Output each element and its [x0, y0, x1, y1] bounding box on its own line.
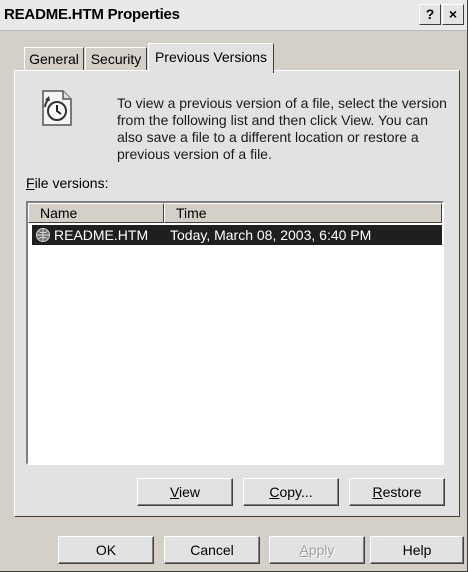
file-versions-label: File versions: — [26, 175, 108, 191]
htm-file-icon — [34, 227, 52, 243]
apply-button[interactable]: Apply — [269, 536, 365, 564]
description-text: To view a previous version of a file, se… — [117, 95, 447, 162]
title-bar[interactable]: README.HTM Properties ? × — [0, 0, 467, 31]
file-versions-accel: F — [26, 175, 35, 191]
view-label: iew — [179, 484, 201, 500]
help-button[interactable]: ? — [419, 4, 441, 25]
tab-security[interactable]: Security — [85, 47, 147, 71]
previous-versions-clock-icon — [39, 87, 79, 129]
copy-button[interactable]: Copy... — [243, 478, 339, 506]
list-item-time: Today, March 08, 2003, 6:40 PM — [170, 227, 372, 243]
view-accel: V — [169, 484, 180, 500]
file-versions-label-text: ile versions: — [34, 175, 109, 191]
close-button[interactable]: × — [442, 4, 464, 25]
window-title: README.HTM Properties — [4, 6, 180, 23]
apply-label: pply — [308, 542, 335, 558]
view-button[interactable]: View — [137, 478, 233, 506]
restore-button[interactable]: Restore — [349, 478, 445, 506]
apply-accel: A — [299, 542, 309, 558]
list-item[interactable]: README.HTM Today, March 08, 2003, 6:40 P… — [32, 225, 442, 245]
column-header-time[interactable]: Time — [164, 203, 442, 223]
tab-general[interactable]: General — [24, 47, 84, 71]
file-versions-list[interactable]: Name Time README.HTM Today, March 08, 20… — [26, 201, 444, 465]
restore-accel: R — [372, 484, 383, 500]
restore-label: estore — [382, 484, 422, 500]
column-header-name[interactable]: Name — [28, 203, 164, 223]
copy-accel: C — [269, 484, 280, 500]
properties-dialog: README.HTM Properties ? × General Securi… — [0, 0, 468, 572]
ok-button[interactable]: OK — [58, 536, 154, 564]
help-dialog-button[interactable]: Help — [370, 536, 464, 564]
copy-label: opy... — [279, 484, 313, 500]
list-item-name: README.HTM — [54, 227, 149, 243]
tab-previous-versions[interactable]: Previous Versions — [148, 43, 274, 73]
cancel-button[interactable]: Cancel — [164, 536, 260, 564]
